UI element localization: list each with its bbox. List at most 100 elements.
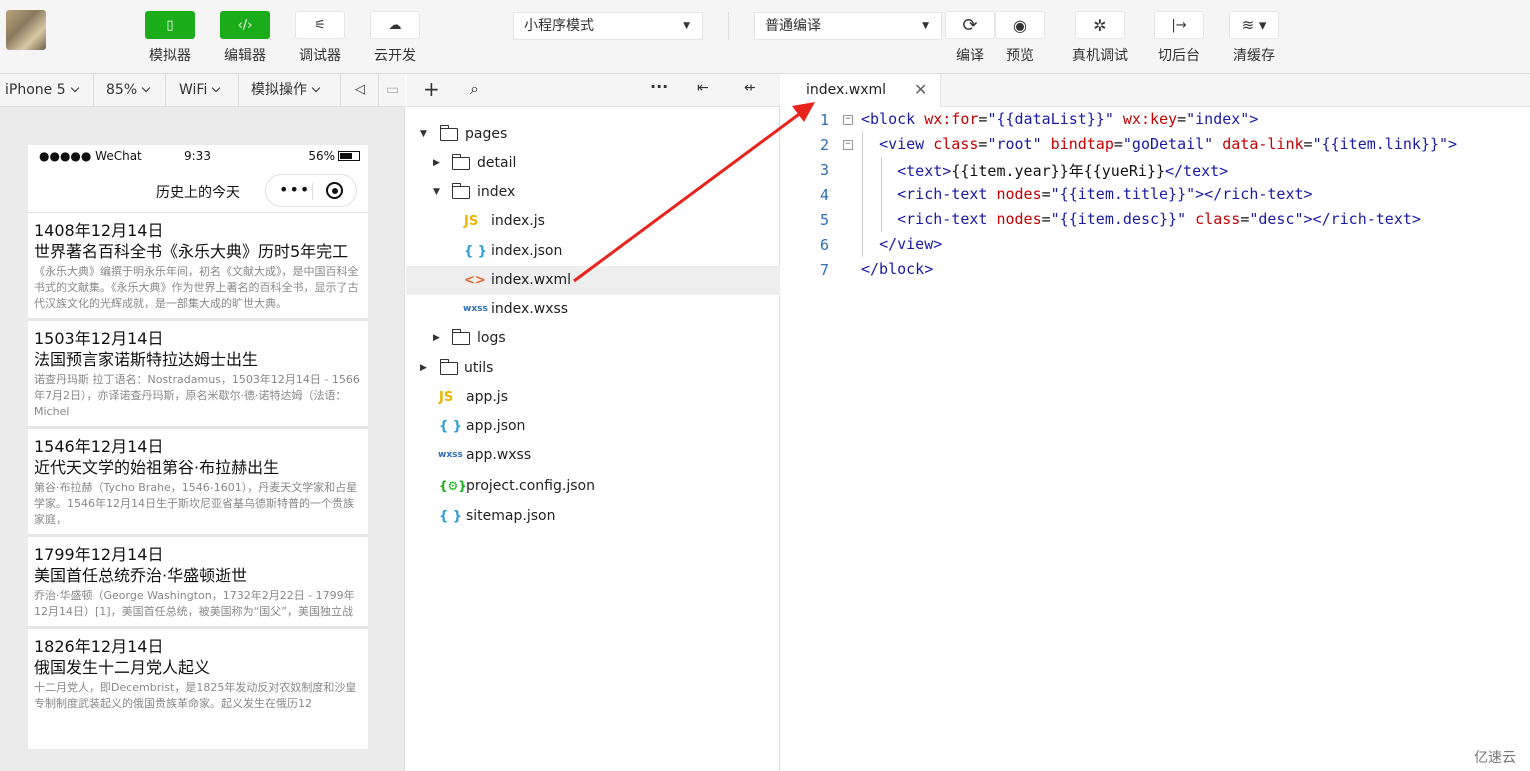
close-app-icon[interactable] bbox=[326, 182, 343, 199]
tree-label: index bbox=[477, 184, 516, 200]
hide-panel-icon[interactable]: ⇷ bbox=[744, 80, 756, 96]
folder-icon bbox=[439, 359, 458, 375]
caret-down-icon: ▼ bbox=[420, 129, 427, 139]
more-icon[interactable]: ••• bbox=[279, 180, 310, 199]
simulator-button[interactable]: ▯ 模拟器 bbox=[140, 11, 200, 65]
tree-file-index-wxml[interactable]: <> index.wxml bbox=[406, 266, 780, 295]
close-icon[interactable]: ✕ bbox=[914, 80, 927, 99]
cloud-dev-button[interactable]: ☁ 云开发 bbox=[365, 11, 425, 65]
clear-cache-button[interactable]: ≋ ▾ 清缓存 bbox=[1224, 11, 1284, 65]
eye-icon: ◉ bbox=[995, 11, 1045, 39]
wxml-file-icon: <> bbox=[464, 273, 486, 288]
config-file-icon: {⚙} bbox=[439, 479, 467, 493]
editor-button[interactable]: ‹/› 编辑器 bbox=[215, 11, 275, 65]
caret-right-icon: ▶ bbox=[433, 158, 440, 168]
line-number: 5 bbox=[819, 211, 829, 229]
compile-select[interactable]: 普通编译 ▼ bbox=[754, 12, 942, 40]
item-desc: 乔治·华盛顿（George Washington，1732年2月22日 - 17… bbox=[34, 589, 355, 618]
search-icon[interactable]: ⌕ bbox=[470, 79, 479, 99]
battery-percent: 56% bbox=[308, 149, 335, 163]
simulator-label: 模拟器 bbox=[149, 48, 191, 64]
add-icon[interactable]: + bbox=[423, 77, 440, 101]
preview-button[interactable]: ◉ 预览 bbox=[990, 11, 1050, 65]
line-number: 3 bbox=[819, 161, 829, 179]
refresh-icon: ⟳ bbox=[945, 11, 995, 39]
tree-folder-index[interactable]: ▼ index bbox=[406, 178, 780, 207]
tree-file-app-wxss[interactable]: wxss app.wxss bbox=[406, 441, 780, 470]
tree-folder-detail[interactable]: ▶ detail bbox=[406, 149, 780, 178]
list-item[interactable]: 1408年12月14日 世界著名百科全书《永乐大典》历时5年完工 《永乐大典》编… bbox=[28, 213, 368, 321]
wxss-file-icon: wxss bbox=[463, 304, 488, 314]
chevron-down-icon bbox=[212, 83, 221, 93]
code-line-7: </block> bbox=[861, 260, 934, 278]
wxss-file-icon: wxss bbox=[438, 450, 463, 460]
chevron-down-icon bbox=[70, 83, 79, 93]
phone-icon: ▯ bbox=[145, 11, 195, 39]
chevron-down-icon bbox=[141, 83, 151, 93]
tree-file-app-js[interactable]: JS app.js bbox=[406, 383, 780, 412]
network-select-value: WiFi bbox=[179, 82, 208, 98]
list-item[interactable]: 1799年12月14日 美国首任总统乔治·华盛顿逝世 乔治·华盛顿（George… bbox=[28, 537, 368, 629]
tree-file-app-json[interactable]: { } app.json bbox=[406, 412, 780, 441]
debugger-button[interactable]: ⚟ 调试器 bbox=[290, 11, 350, 65]
device-bar: iPhone 5 85% WiFi 模拟操作 ◁ ▭ bbox=[0, 74, 405, 107]
code-editor[interactable]: 1 − <block wx:for="{{dataList}}" wx:key=… bbox=[781, 107, 1530, 771]
status-bar: ●●●●● WeChat 9:33 56% bbox=[28, 145, 368, 167]
tab-index-wxml[interactable]: index.wxml ✕ bbox=[781, 74, 941, 108]
switch-background-button[interactable]: |→ 切后台 bbox=[1149, 11, 1209, 65]
avatar[interactable] bbox=[6, 10, 46, 50]
fold-icon[interactable]: − bbox=[843, 115, 853, 125]
watermark: 亿速云 bbox=[1474, 750, 1516, 766]
volume-button[interactable]: ◁ bbox=[341, 74, 379, 106]
editor-label: 编辑器 bbox=[224, 48, 266, 64]
list-item[interactable]: 1503年12月14日 法国预言家诺斯特拉达姆士出生 诺查丹玛斯 拉丁语名：No… bbox=[28, 321, 368, 429]
item-desc: 《永乐大典》编撰于明永乐年间，初名《文献大成》，是中国百科全书式的文献集。《永乐… bbox=[34, 265, 359, 310]
list-item[interactable]: 1826年12月14日 俄国发生十二月党人起义 十二月党人，即Decembris… bbox=[28, 629, 368, 718]
json-file-icon: { } bbox=[439, 509, 463, 524]
capsule-menu: ••• bbox=[265, 174, 357, 207]
zoom-select[interactable]: 85% bbox=[94, 74, 166, 106]
item-desc: 诺查丹玛斯 拉丁语名：Nostradamus，1503年12月14日 - 156… bbox=[34, 373, 360, 418]
json-file-icon: { } bbox=[439, 419, 463, 434]
fold-icon[interactable]: − bbox=[843, 140, 853, 150]
tree-folder-utils[interactable]: ▶ utils bbox=[406, 354, 780, 383]
tree-file-sitemap-json[interactable]: { } sitemap.json bbox=[406, 502, 780, 531]
battery-icon bbox=[338, 151, 360, 161]
item-desc: 十二月党人，即Decembrist，是1825年发动反对农奴制度和沙皇专制制度武… bbox=[34, 681, 357, 710]
code-line-2: <view class="root" bindtap="goDetail" da… bbox=[879, 135, 1458, 153]
more-icon[interactable]: ··· bbox=[650, 77, 668, 96]
js-file-icon: JS bbox=[464, 214, 479, 229]
tree-file-project-config[interactable]: {⚙} project.config.json bbox=[406, 472, 780, 501]
folder-icon bbox=[451, 329, 470, 345]
zoom-select-value: 85% bbox=[106, 82, 138, 98]
collapse-all-icon[interactable]: ⇤ bbox=[697, 80, 709, 96]
detach-button[interactable]: ▭ bbox=[379, 74, 405, 106]
device-select[interactable]: iPhone 5 bbox=[0, 74, 94, 106]
tree-label: app.json bbox=[466, 418, 526, 434]
tree-file-index-json[interactable]: { } index.json bbox=[406, 237, 780, 266]
folder-open-icon bbox=[451, 183, 470, 199]
nav-bar: 历史上的今天 ••• bbox=[28, 167, 368, 213]
preview-label: 预览 bbox=[1006, 48, 1034, 64]
tree-label: app.js bbox=[466, 389, 508, 405]
json-file-icon: { } bbox=[464, 244, 488, 259]
device-select-value: iPhone 5 bbox=[5, 82, 66, 98]
tree-file-index-wxss[interactable]: wxss index.wxss bbox=[406, 295, 780, 324]
simulate-ops-select[interactable]: 模拟操作 bbox=[239, 74, 341, 106]
layers-icon: ≋ ▾ bbox=[1229, 11, 1279, 39]
item-title: 俄国发生十二月党人起义 bbox=[34, 658, 211, 677]
remote-debug-button[interactable]: ✲ 真机调试 bbox=[1070, 11, 1130, 65]
tree-folder-logs[interactable]: ▶ logs bbox=[406, 324, 780, 353]
list-item[interactable]: 1546年12月14日 近代天文学的始祖第谷·布拉赫出生 第谷·布拉赫（Tych… bbox=[28, 429, 368, 537]
status-time: 9:33 bbox=[184, 149, 211, 163]
item-title: 美国首任总统乔治·华盛顿逝世 bbox=[34, 566, 248, 585]
tree-label: sitemap.json bbox=[466, 508, 556, 524]
caret-down-icon: ▼ bbox=[683, 21, 690, 31]
tree-folder-pages[interactable]: ▼ pages bbox=[406, 120, 780, 149]
tree-file-index-js[interactable]: JS index.js bbox=[406, 207, 780, 236]
network-select[interactable]: WiFi bbox=[166, 74, 239, 106]
item-date: 1408年12月14日 bbox=[34, 221, 164, 240]
caret-right-icon: ▶ bbox=[420, 363, 427, 373]
mode-select[interactable]: 小程序模式 ▼ bbox=[513, 12, 703, 40]
code-icon: ‹/› bbox=[220, 11, 270, 39]
